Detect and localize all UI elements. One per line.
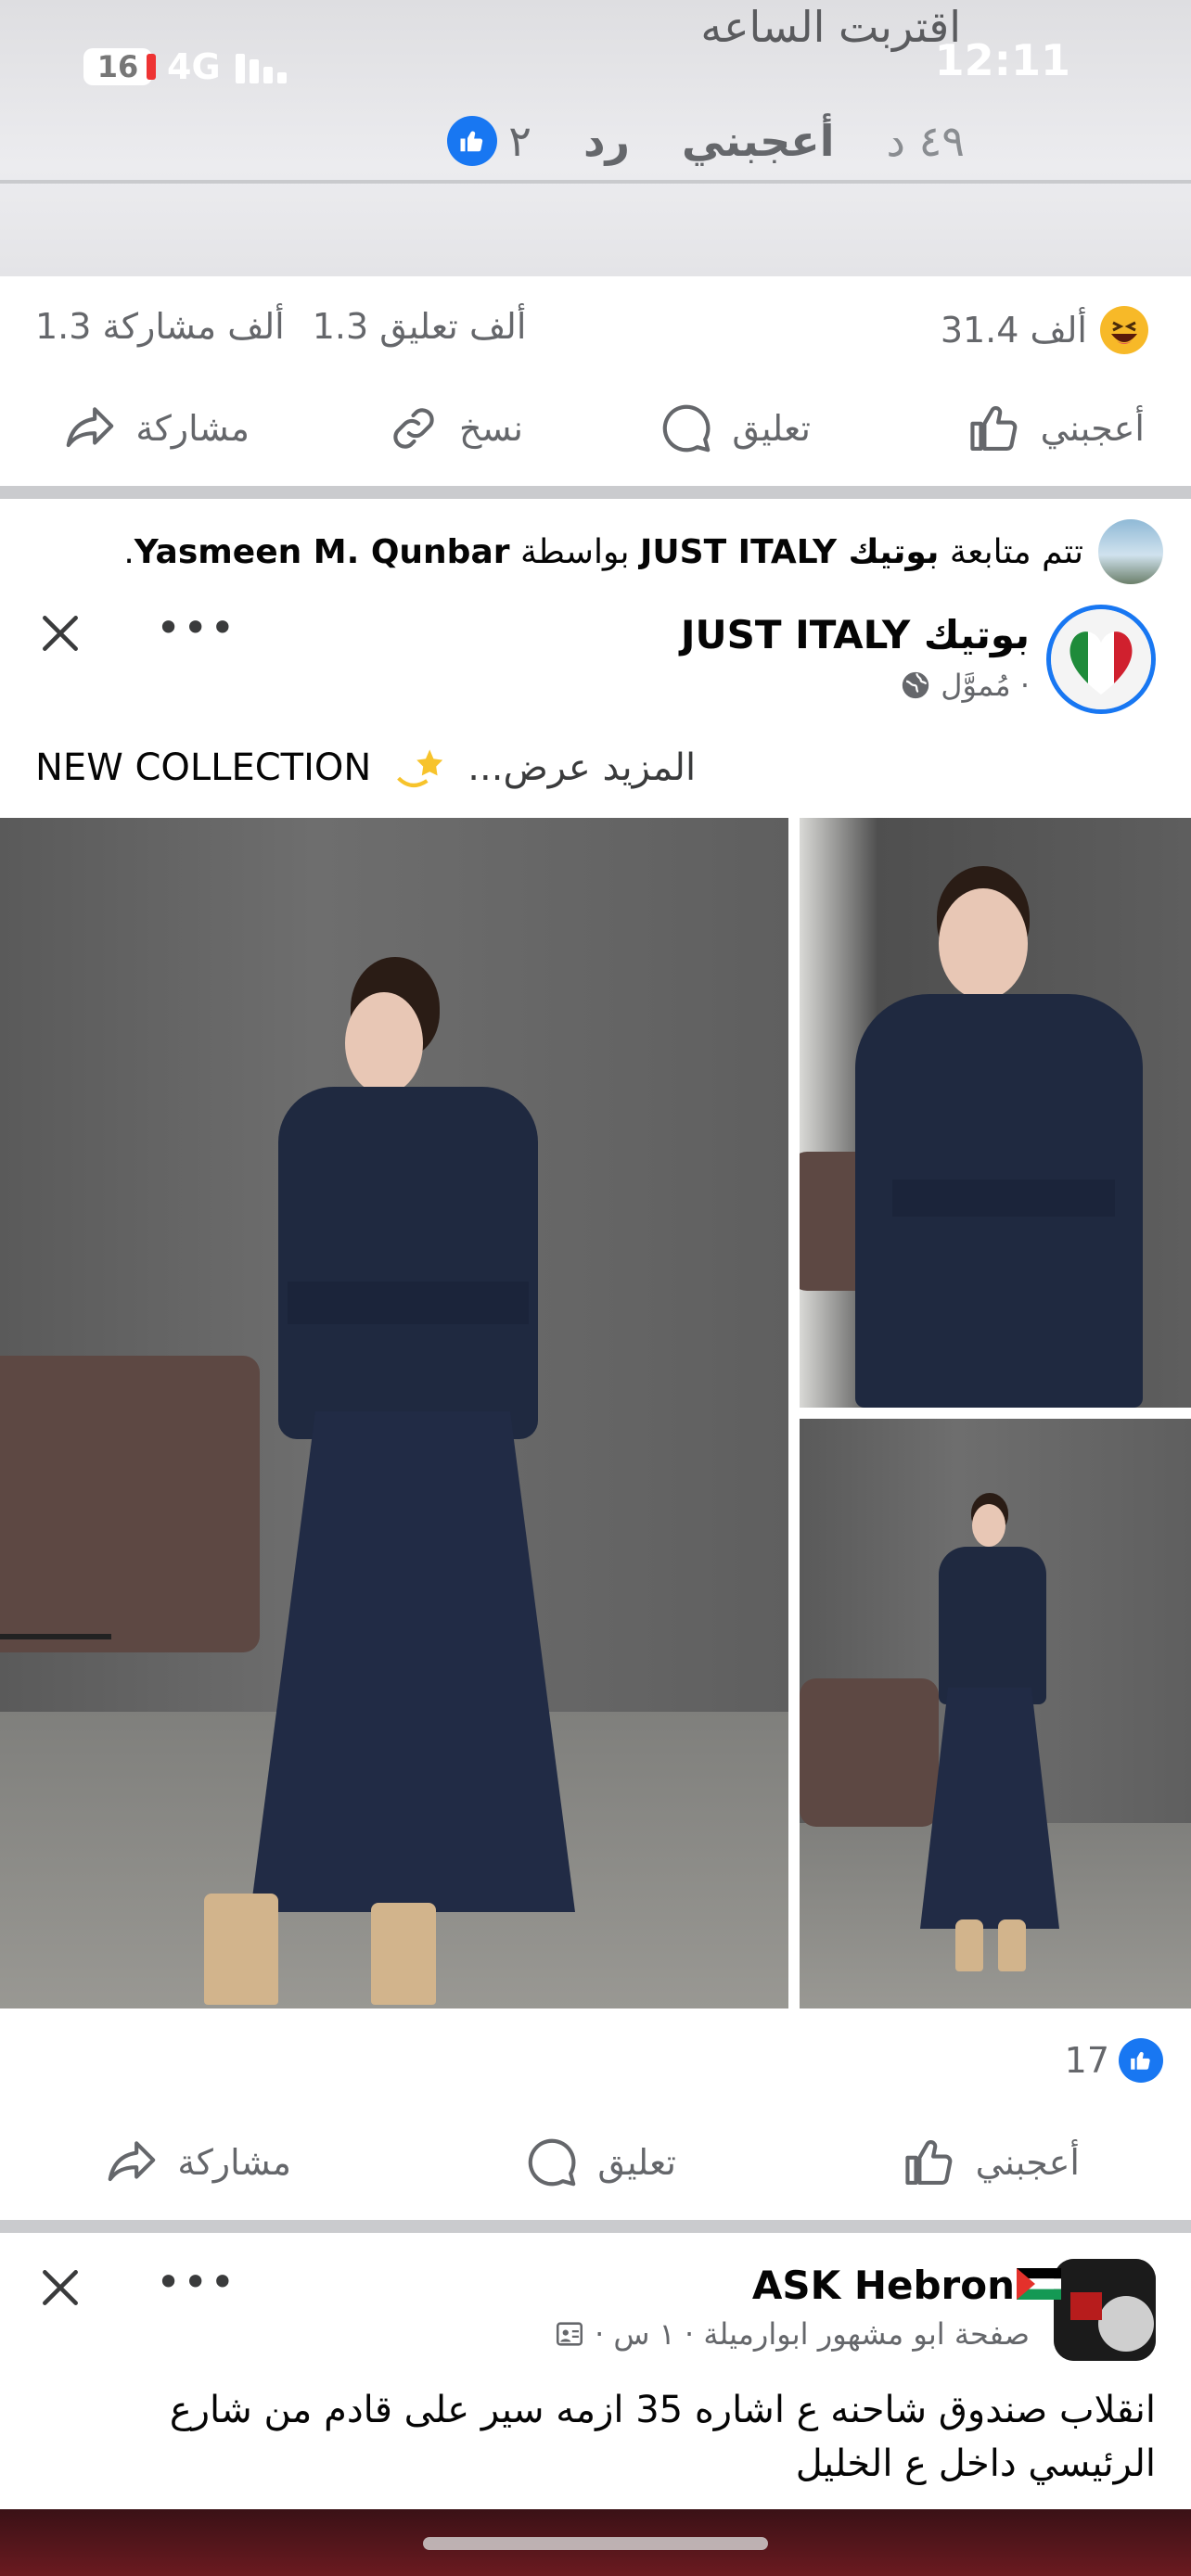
close-icon[interactable]	[37, 2264, 83, 2311]
follower-name-link[interactable]: Yasmeen M. Qunbar	[134, 533, 510, 571]
comment-label: تعليق	[732, 408, 811, 449]
photo-table	[0, 1634, 111, 1639]
comment-like-link[interactable]: أعجبني	[682, 116, 834, 166]
share-label: مشاركة	[135, 408, 250, 449]
post1-action-row: أعجبني تعليق نسخ مشاركة	[0, 382, 1191, 475]
photo-jacket	[939, 1547, 1046, 1704]
photo-face	[345, 992, 423, 1094]
post2-likes-count: 17	[1064, 2040, 1109, 2081]
post2-comment-button[interactable]: تعليق	[523, 2116, 676, 2209]
network-type: 4G	[167, 46, 221, 87]
sponsored-label: مُموَّل ·	[900, 668, 1030, 703]
ask-hebron-logo	[1054, 2259, 1156, 2361]
thumbs-up-icon	[905, 2140, 952, 2186]
post1-stats-row: 31.4 ألف 1.3 ألف مشاركة 1.3 ألف تعليق	[35, 306, 1148, 362]
post1-share-button[interactable]: مشاركة	[61, 382, 250, 475]
post1-reactions[interactable]: 31.4 ألف	[941, 306, 1148, 354]
photo-sofa	[0, 1356, 260, 1652]
more-options-button[interactable]: •••	[156, 2257, 237, 2307]
post3-meta-text: صفحة ابو مشهور ابوارميلة · ١ س ·	[595, 2316, 1030, 2352]
post1-reactions-count: 31.4 ألف	[940, 310, 1087, 351]
post2-likes[interactable]: 17	[1065, 2038, 1163, 2083]
followed-by-word: بواسطة	[519, 532, 630, 571]
previous-comment-text: اقتربت الساعه	[700, 2, 961, 52]
photo-boot-left	[955, 1919, 983, 1971]
signal-icon	[236, 54, 287, 83]
photo-jacket	[278, 1087, 538, 1439]
followed-text: تتم متابعة بوتيك JUST ITALY بواسطة Yasme…	[123, 532, 1083, 571]
comment-label: تعليق	[597, 2142, 676, 2183]
caption-text: NEW COLLECTION	[35, 746, 372, 789]
comment-bubble-icon	[529, 2138, 576, 2187]
more-options-button[interactable]: •••	[156, 603, 237, 653]
like-reaction-icon	[447, 116, 498, 166]
photo-belt	[892, 1180, 1115, 1217]
like-label: أعجبني	[1040, 408, 1145, 449]
post-separator	[0, 2220, 1191, 2233]
photo-boot-right	[998, 1919, 1026, 1971]
link-icon	[393, 408, 434, 449]
post1-comments-count[interactable]: 1.3 ألف تعليق	[313, 306, 527, 347]
comment-like-count-value: ٢	[508, 116, 531, 166]
italy-heart-logo	[1051, 609, 1151, 709]
photo-face	[972, 1504, 1005, 1547]
post1-copy-button[interactable]: نسخ	[385, 382, 523, 475]
divider	[0, 180, 1191, 184]
status-time: 12:11	[934, 35, 1070, 85]
followed-prefix: تتم متابعة	[949, 532, 1083, 571]
like-reaction-icon	[1119, 2038, 1163, 2083]
post-separator	[0, 486, 1191, 499]
page-icon	[557, 2322, 583, 2346]
photo-belt	[288, 1282, 529, 1324]
post2-photo-3[interactable]	[800, 1419, 1191, 2009]
post1-shares-count[interactable]: 1.3 ألف مشاركة	[35, 306, 285, 347]
sponsored-text: مُموَّل ·	[941, 668, 1030, 703]
post2-action-row: أعجبني تعليق مشاركة	[0, 2116, 1191, 2209]
post3-text: انقلاب صندوق شاحنه ع اشاره 35 ازمه سير ع…	[169, 2389, 1156, 2485]
followed-page-link[interactable]: بوتيك JUST ITALY	[640, 533, 939, 571]
page-name-just-italy[interactable]: بوتيك JUST ITALY	[681, 612, 1030, 657]
haha-reaction-icon	[1100, 306, 1148, 354]
copy-label: نسخ	[458, 408, 523, 449]
post1-like-button[interactable]: أعجبني	[967, 382, 1145, 475]
share-arrow-icon	[109, 2141, 156, 2182]
share-label: مشاركة	[177, 2142, 291, 2183]
home-indicator[interactable]	[423, 2537, 768, 2550]
page-avatar-just-italy[interactable]	[1046, 605, 1156, 714]
post2-main-photo[interactable]	[0, 818, 788, 2009]
battery-badge: 16	[83, 48, 156, 85]
previous-comment-actions: ٤٩ د أعجبني رد ٢	[408, 113, 965, 169]
see-more-link[interactable]: المزيد عرض...	[467, 746, 696, 789]
palestine-flag-icon	[1017, 2268, 1061, 2300]
page-name-ask-hebron[interactable]: ASK Hebron	[752, 2263, 1015, 2308]
photo-boot-left	[204, 1894, 278, 2005]
post1-comment-button[interactable]: تعليق	[658, 382, 811, 475]
dizzy-star-icon	[397, 749, 443, 787]
thumbs-up-icon	[970, 406, 1017, 452]
post2-caption: NEW COLLECTION المزيد عرض...	[35, 740, 963, 796]
close-icon[interactable]	[37, 610, 83, 657]
followed-by-row: تتم متابعة بوتيك JUST ITALY بواسطة Yasme…	[123, 519, 1163, 584]
photo-sofa	[800, 1678, 939, 1827]
post2-share-button[interactable]: مشاركة	[103, 2116, 291, 2209]
comment-like-count: ٢	[447, 116, 531, 166]
globe-icon	[903, 671, 929, 699]
post2-like-button[interactable]: أعجبني	[902, 2116, 1080, 2209]
comment-bubble-icon	[663, 404, 711, 453]
share-arrow-icon	[67, 407, 114, 448]
post2-photo-2[interactable]	[800, 818, 1191, 1408]
photo-face	[939, 888, 1028, 1000]
comment-reply-link[interactable]: رد	[583, 116, 630, 166]
post3-meta: صفحة ابو مشهور ابوارميلة · ١ س ·	[554, 2316, 1030, 2352]
page-avatar-ask-hebron[interactable]	[1054, 2259, 1156, 2361]
follower-avatar[interactable]	[1098, 519, 1163, 584]
post1-comment-share-counts: 1.3 ألف مشاركة 1.3 ألف تعليق	[35, 306, 526, 347]
photo-boot-right	[371, 1903, 436, 2005]
comment-time: ٤٩ د	[886, 116, 965, 166]
like-label: أعجبني	[975, 2142, 1080, 2183]
